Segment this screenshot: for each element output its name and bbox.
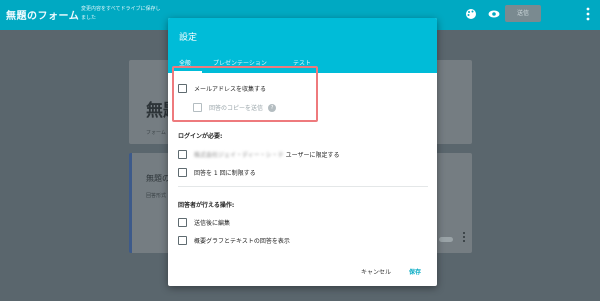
see-summary-option[interactable]: 概要グラフとテキストの回答を表示 (178, 236, 290, 245)
required-toggle[interactable] (439, 237, 453, 242)
section-divider (178, 186, 428, 187)
highlight-annotation (172, 66, 318, 122)
redacted-domain: 株式会社ジェイ・ディー・シ・テ (194, 152, 284, 159)
respondents-heading: 回答者が行える操作: (178, 202, 235, 209)
send-button[interactable]: 送信 (505, 5, 541, 22)
eye-icon[interactable] (488, 8, 500, 20)
restrict-domain-option[interactable]: 株式会社ジェイ・ディー・シ・テ ユーザーに限定する (178, 150, 339, 159)
save-button[interactable]: 保存 (409, 267, 421, 276)
cancel-button[interactable]: キャンセル (361, 267, 391, 276)
settings-dialog: 設定 全般 プレゼンテーション テスト メールアドレスを収集する 回答のコピーを… (168, 18, 437, 286)
restrict-domain-label: ユーザーに限定する (285, 152, 340, 159)
palette-icon[interactable] (465, 8, 477, 20)
limit-response-checkbox[interactable] (178, 168, 187, 177)
limit-response-option[interactable]: 回答を 1 回に制限する (178, 168, 256, 177)
see-summary-checkbox[interactable] (178, 236, 187, 245)
dialog-title: 設定 (179, 33, 198, 43)
dialog-header: 設定 全般 プレゼンテーション テスト (168, 18, 437, 73)
see-summary-label: 概要グラフとテキストの回答を表示 (194, 238, 290, 245)
question-more-icon[interactable] (462, 231, 466, 243)
edit-after-submit-label: 送信後に編集 (194, 220, 231, 227)
form-title[interactable]: 無題のフォーム (6, 7, 79, 22)
limit-response-label: 回答を 1 回に制限する (194, 170, 256, 177)
save-status: 変更内容をすべてドライブに保存しました (81, 6, 161, 21)
form-description-bg: フォーム (146, 130, 166, 136)
edit-after-submit-checkbox[interactable] (178, 218, 187, 227)
question-title-bg: 無題の (146, 174, 170, 183)
restrict-domain-checkbox[interactable] (178, 150, 187, 159)
login-required-heading: ログインが必要: (178, 133, 223, 140)
question-type-bg: 回答形式 (146, 193, 167, 199)
edit-after-submit-option[interactable]: 送信後に編集 (178, 218, 230, 227)
more-vert-icon[interactable] (585, 6, 591, 22)
